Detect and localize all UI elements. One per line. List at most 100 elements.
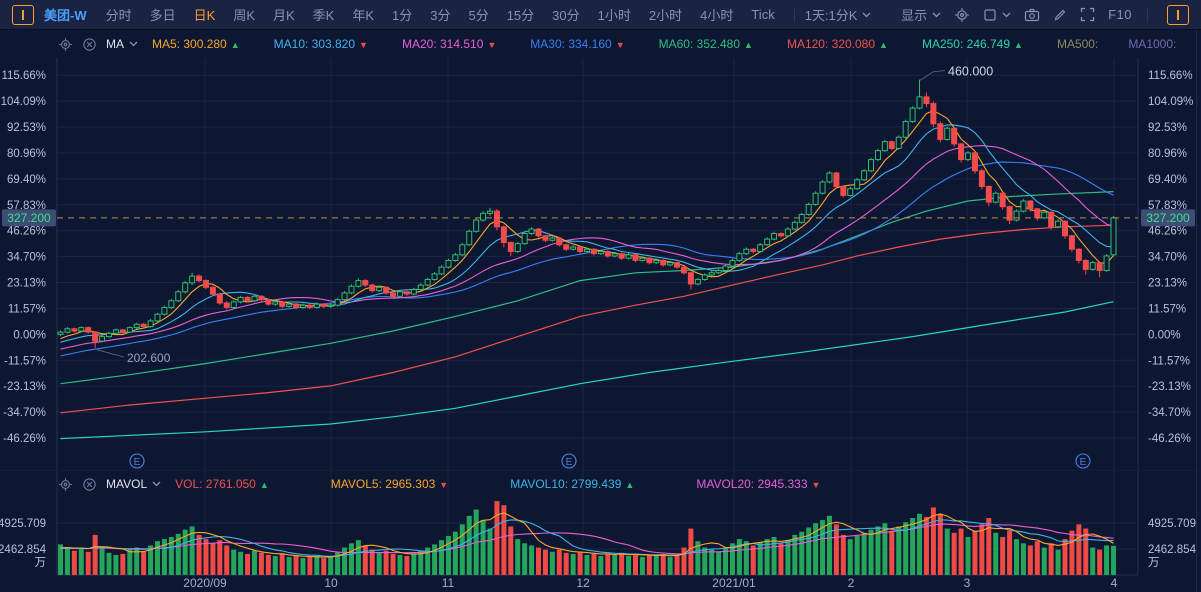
right-panel-toggle-icon[interactable] — [1167, 5, 1189, 25]
period-tab-1小时[interactable]: 1小时 — [598, 5, 631, 24]
candle-body — [127, 328, 132, 332]
volume-bar — [543, 550, 548, 575]
fullscreen-expand-icon[interactable] — [1080, 7, 1095, 22]
candle-body — [439, 267, 444, 274]
indicator-value-ma10[interactable]: MA10: 303.820▼ — [274, 37, 368, 51]
chart-canvas[interactable]: 327.200327.200115.66%115.66%104.09%104.0… — [0, 0, 1201, 592]
period-tab-1分[interactable]: 1分 — [392, 5, 412, 24]
volume-bar — [356, 540, 361, 575]
candle-body — [287, 304, 292, 306]
indicator-value-mavol20[interactable]: MAVOL20: 2945.333▼ — [696, 477, 820, 491]
volume-bar — [501, 505, 506, 575]
period-tab-周K[interactable]: 周K — [233, 5, 255, 24]
candle-body — [882, 142, 887, 151]
volume-bar — [661, 554, 666, 575]
volume-bar — [571, 554, 576, 575]
candle-body — [501, 227, 506, 243]
layout-selector-button[interactable] — [983, 8, 1011, 22]
candle-body — [751, 249, 756, 251]
candle-body — [654, 260, 659, 262]
indicator-value-ma60[interactable]: MA60: 352.480▲ — [659, 37, 753, 51]
period-tab-5分[interactable]: 5分 — [468, 5, 488, 24]
candle-body — [266, 300, 271, 304]
f10-button[interactable]: F10 — [1108, 7, 1132, 22]
right-edge-strip — [1196, 29, 1201, 592]
period-tab-4小时[interactable]: 4小时 — [700, 5, 733, 24]
indicator-settings-gear-icon[interactable] — [58, 477, 73, 492]
indicator-value-ma30[interactable]: MA30: 334.160▼ — [530, 37, 624, 51]
symbol-name[interactable]: 美团-W — [44, 5, 87, 24]
vol-indicator-name[interactable]: MAVOL — [106, 477, 161, 491]
indicator-value-mavol10[interactable]: MAVOL10: 2799.439▲ — [510, 477, 634, 491]
candle-body — [848, 189, 853, 196]
volume-bar — [1028, 545, 1033, 575]
period-tab-年K[interactable]: 年K — [352, 5, 374, 24]
vol-indicator-label: MAVOL — [106, 477, 147, 491]
vol-legend-items: VOL: 2761.050▲ MAVOL5: 2965.303▼ MAVOL10: … — [175, 477, 820, 491]
volume-bar — [446, 536, 451, 575]
candle-body — [494, 211, 499, 227]
candle-body — [1049, 212, 1054, 227]
period-tab-日K[interactable]: 日K — [194, 5, 216, 24]
candle-body — [183, 283, 188, 292]
candle-body — [481, 213, 486, 220]
volume-bar — [986, 518, 991, 575]
indicator-value-vol[interactable]: VOL: 2761.050▲ — [175, 477, 269, 491]
custom-period-selector[interactable]: 1天:1分K — [805, 5, 872, 24]
ma-inactive-items: MA500:MA1000:MA1: — [1057, 37, 1201, 51]
ma-indicator-name[interactable]: MA — [106, 37, 138, 51]
period-tab-2小时[interactable]: 2小时 — [649, 5, 682, 24]
candle-body — [1063, 221, 1068, 236]
indicator-inactive-ma1000[interactable]: MA1000: — [1128, 37, 1176, 51]
candle-body — [425, 279, 430, 285]
candle-body — [397, 292, 402, 296]
candle-body — [536, 229, 541, 236]
settings-gear-icon[interactable] — [954, 7, 970, 23]
percent-tick-left: -46.26% — [3, 433, 46, 445]
left-panel-toggle-icon[interactable] — [12, 5, 34, 25]
candle-body — [869, 160, 874, 171]
indicator-value-ma120[interactable]: MA120: 320.080▲ — [787, 37, 888, 51]
period-tab-3分[interactable]: 3分 — [430, 5, 450, 24]
x-axis-label: 4 — [1111, 576, 1118, 590]
indicator-value-ma20[interactable]: MA20: 314.510▼ — [402, 37, 496, 51]
toolbar-divider — [794, 8, 795, 22]
period-tab-多日[interactable]: 多日 — [150, 5, 176, 24]
drawing-pencil-icon[interactable] — [1053, 8, 1067, 22]
indicator-close-icon[interactable] — [82, 37, 97, 52]
x-axis-label: 10 — [324, 576, 338, 590]
indicator-value-mavol5[interactable]: MAVOL5: 2965.303▼ — [331, 477, 448, 491]
candle-body — [294, 304, 299, 307]
period-tab-月K[interactable]: 月K — [273, 5, 295, 24]
period-tab-15分[interactable]: 15分 — [507, 5, 534, 24]
volume-bar — [224, 545, 229, 575]
screenshot-camera-icon[interactable] — [1024, 8, 1040, 22]
period-tab-分时[interactable]: 分时 — [106, 5, 132, 24]
indicator-value-ma5[interactable]: MA5: 300.280▲ — [152, 37, 240, 51]
period-tab-30分[interactable]: 30分 — [552, 5, 579, 24]
percent-tick-left: 80.96% — [7, 148, 46, 160]
volume-bar — [675, 555, 680, 575]
percent-tick-left: 23.13% — [7, 278, 46, 290]
indicator-inactive-ma500[interactable]: MA500: — [1057, 37, 1098, 51]
volume-bar — [681, 548, 686, 575]
trend-down-icon: ▼ — [359, 40, 368, 50]
candle-body — [959, 144, 964, 160]
percent-tick-left: 104.09% — [1, 96, 46, 108]
candle-body — [280, 302, 285, 306]
candle-body — [557, 238, 562, 245]
candle-body — [571, 247, 576, 249]
candle-body — [58, 332, 63, 334]
ma-indicator-legend: MA MA5: 300.280▲ MA10: 303.820▼ MA20: 314.… — [0, 31, 1201, 57]
indicator-close-icon[interactable] — [82, 477, 97, 492]
volume-bar — [321, 558, 326, 575]
candle-body — [855, 180, 860, 189]
period-tab-季K[interactable]: 季K — [313, 5, 335, 24]
indicator-value-ma250[interactable]: MA250: 246.749▲ — [922, 37, 1023, 51]
candle-body — [875, 151, 880, 160]
indicator-settings-gear-icon[interactable] — [58, 37, 73, 52]
display-menu-button[interactable]: 显示 — [901, 5, 941, 24]
candle-body — [314, 304, 319, 307]
period-tab-Tick[interactable]: Tick — [751, 7, 774, 22]
candle-body — [578, 247, 583, 251]
